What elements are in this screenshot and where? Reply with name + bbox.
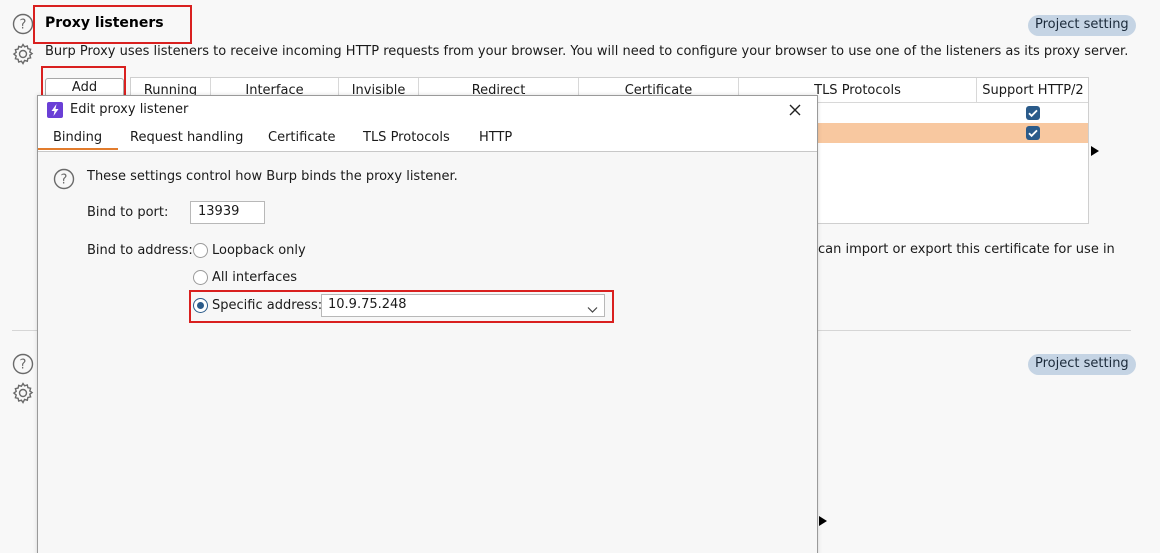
tab-tls-protocols[interactable]: TLS Protocols [363, 130, 450, 145]
svg-text:?: ? [61, 173, 68, 188]
close-icon[interactable] [787, 102, 803, 118]
edit-proxy-listener-dialog: Edit proxy listener Binding Request hand… [37, 95, 818, 553]
tab-binding[interactable]: Binding [38, 130, 119, 150]
project-setting-badge: Project setting [1028, 354, 1136, 375]
gear-icon[interactable] [11, 42, 35, 66]
svg-text:?: ? [20, 358, 27, 373]
specific-address-label[interactable]: Specific address: [212, 298, 322, 313]
binding-intro-text: These settings control how Burp binds th… [87, 169, 458, 184]
scroll-arrow-icon[interactable] [819, 516, 827, 526]
specific-address-select[interactable]: 10.9.75.248 [321, 294, 605, 317]
support-http2-checkbox[interactable] [1026, 106, 1040, 120]
section-description: Burp Proxy uses listeners to receive inc… [45, 44, 1129, 59]
all-interfaces-label[interactable]: All interfaces [212, 270, 297, 285]
loopback-radio[interactable] [193, 243, 208, 258]
project-setting-badge: Project setting [1028, 15, 1136, 36]
tab-http[interactable]: HTTP [479, 130, 512, 145]
bind-port-label: Bind to port: [87, 205, 169, 220]
svg-text:?: ? [20, 18, 27, 33]
gear-icon[interactable] [11, 381, 35, 405]
help-icon[interactable]: ? [12, 353, 34, 375]
all-interfaces-radio[interactable] [193, 270, 208, 285]
chevron-down-icon [587, 301, 598, 321]
dialog-titlebar[interactable]: Edit proxy listener [38, 96, 817, 126]
dialog-title: Edit proxy listener [70, 102, 189, 117]
tab-certificate[interactable]: Certificate [268, 130, 336, 145]
scroll-arrow-icon[interactable] [1091, 146, 1099, 156]
specific-address-value: 10.9.75.248 [328, 297, 407, 312]
bind-address-label: Bind to address: [87, 243, 193, 258]
tab-request-handling[interactable]: Request handling [130, 130, 243, 145]
dialog-tabs: Binding Request handling Certificate TLS… [38, 126, 817, 152]
help-icon[interactable]: ? [12, 13, 34, 35]
section-title: Proxy listeners [45, 15, 164, 31]
bind-port-input[interactable]: 13939 [190, 201, 265, 224]
help-icon[interactable]: ? [53, 168, 75, 190]
specific-address-radio[interactable] [193, 298, 208, 313]
support-http2-checkbox[interactable] [1026, 126, 1040, 140]
column-header[interactable]: Support HTTP/2 [977, 78, 1089, 103]
burp-logo-icon [47, 102, 63, 118]
loopback-label[interactable]: Loopback only [212, 243, 306, 258]
certificate-description: can import or export this certificate fo… [818, 242, 1115, 257]
